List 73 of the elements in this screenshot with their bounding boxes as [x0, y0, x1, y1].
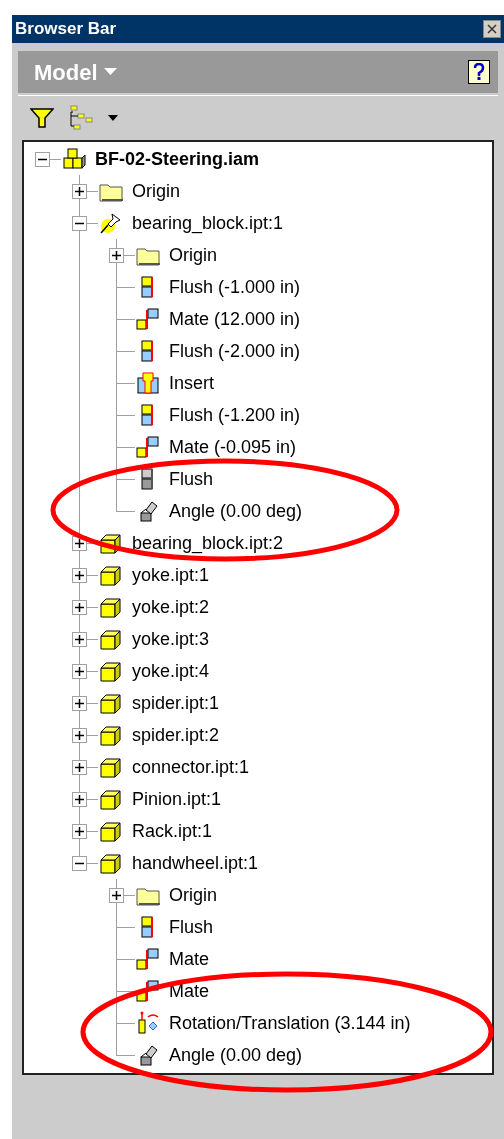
tree-item-label[interactable]: BF-02-Steering.iam [95, 145, 260, 173]
mate-constraint-icon [135, 306, 161, 332]
tree-item-label[interactable]: spider.ipt:1 [132, 689, 220, 717]
tree-item-label[interactable]: yoke.ipt:4 [132, 657, 210, 685]
tree-item-label[interactable]: Angle (0.00 deg) [169, 497, 303, 525]
expand-button[interactable] [72, 824, 87, 839]
tree-item-label[interactable]: Mate [169, 977, 210, 1005]
tree-item-label[interactable]: Flush [169, 465, 213, 493]
plus-icon [75, 667, 84, 676]
plus-icon [75, 187, 84, 196]
help-icon [472, 63, 486, 81]
expand-button[interactable] [109, 888, 124, 903]
expand-button[interactable] [72, 632, 87, 647]
tree-item-label[interactable]: yoke.ipt:2 [132, 593, 210, 621]
plus-icon [75, 539, 84, 548]
mate-constraint-icon [135, 946, 161, 972]
help-button[interactable] [468, 60, 490, 84]
tree-item-label[interactable]: Pinion.ipt:1 [132, 785, 222, 813]
plus-icon [75, 731, 84, 740]
tree-item-label[interactable]: Flush (-1.000 in) [169, 273, 301, 301]
expand-button[interactable] [72, 600, 87, 615]
tree-item-label[interactable]: Origin [132, 177, 180, 205]
plus-icon [75, 571, 84, 580]
plus-icon [112, 251, 121, 260]
expand-button[interactable] [72, 792, 87, 807]
plus-icon [75, 635, 84, 644]
tree-item-label[interactable]: Angle (0.00 deg) [169, 1041, 303, 1069]
tree-item-label[interactable]: bearing_block.ipt:1 [132, 209, 284, 237]
assembly-icon [61, 146, 87, 172]
expand-button[interactable] [72, 568, 87, 583]
tree-view-icon[interactable] [68, 105, 94, 131]
tree-item-label[interactable]: yoke.ipt:1 [132, 561, 210, 589]
tree-item-label[interactable]: handwheel.ipt:1 [132, 849, 259, 877]
insert-constraint-icon [135, 370, 161, 396]
expand-button[interactable] [72, 184, 87, 199]
mate-constraint-icon [135, 434, 161, 460]
collapse-button[interactable] [72, 216, 87, 231]
tree-item-label[interactable]: Insert [169, 369, 215, 397]
expand-button[interactable] [109, 248, 124, 263]
motion-constraint-icon [135, 1010, 161, 1036]
close-icon [487, 24, 497, 34]
tree-item-label[interactable]: Rotation/Translation (3.144 in) [169, 1009, 411, 1037]
expand-button[interactable] [72, 728, 87, 743]
window-title: Browser Bar [15, 18, 117, 41]
caret-icon[interactable] [108, 115, 118, 121]
tree-item-label[interactable]: Flush (-1.200 in) [169, 401, 301, 429]
caret-icon [103, 68, 117, 76]
tree-item-label[interactable]: Flush (-2.000 in) [169, 337, 301, 365]
tree-item-label[interactable]: Mate [169, 945, 210, 973]
tree-item-label[interactable]: Flush [169, 913, 213, 941]
tree-item-label[interactable]: Mate (12.000 in) [169, 305, 301, 333]
plus-icon [75, 699, 84, 708]
tree-item-label[interactable]: Origin [169, 241, 217, 269]
expand-button[interactable] [72, 664, 87, 679]
collapse-button[interactable] [72, 856, 87, 871]
tree-item-label[interactable]: bearing_block.ipt:2 [132, 529, 284, 557]
plus-icon [112, 891, 121, 900]
close-button[interactable] [483, 20, 501, 38]
plus-icon [75, 763, 84, 772]
tree-item-label[interactable]: Mate (-0.095 in) [169, 433, 297, 461]
expand-button[interactable] [72, 760, 87, 775]
expand-button[interactable] [72, 696, 87, 711]
tree-item-label[interactable]: Rack.ipt:1 [132, 817, 213, 845]
plus-icon [75, 827, 84, 836]
filter-icon[interactable] [30, 107, 54, 129]
tree-item-label[interactable]: spider.ipt:2 [132, 721, 220, 749]
tree-item-label[interactable]: yoke.ipt:3 [132, 625, 210, 653]
collapse-button[interactable] [35, 152, 50, 167]
mate-constraint-icon [135, 978, 161, 1004]
tree-item-label[interactable]: connector.ipt:1 [132, 753, 250, 781]
plus-icon [75, 603, 84, 612]
tree-item-label[interactable]: Origin [169, 881, 217, 909]
plus-icon [75, 795, 84, 804]
